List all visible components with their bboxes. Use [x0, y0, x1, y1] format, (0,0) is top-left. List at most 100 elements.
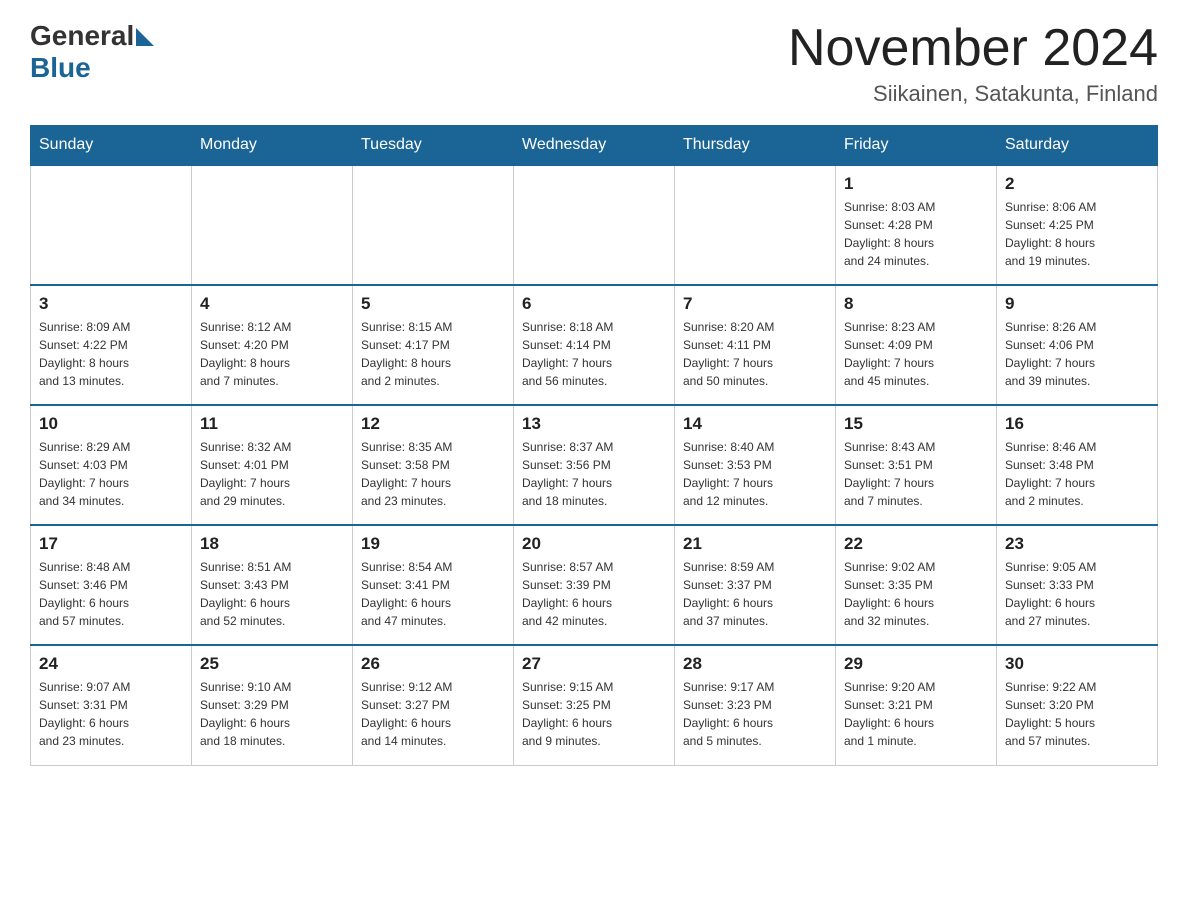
calendar-cell — [31, 165, 192, 285]
day-info: Sunrise: 9:02 AMSunset: 3:35 PMDaylight:… — [844, 558, 988, 630]
calendar-cell: 7 Sunrise: 8:20 AMSunset: 4:11 PMDaylight… — [675, 285, 836, 405]
day-info: Sunrise: 8:29 AMSunset: 4:03 PMDaylight:… — [39, 438, 183, 510]
calendar-cell: 12 Sunrise: 8:35 AMSunset: 3:58 PMDayligh… — [353, 405, 514, 525]
calendar-cell: 16 Sunrise: 8:46 AMSunset: 3:48 PMDayligh… — [997, 405, 1158, 525]
week-row-1: 1 Sunrise: 8:03 AMSunset: 4:28 PMDaylight… — [31, 165, 1158, 285]
calendar-cell: 25 Sunrise: 9:10 AMSunset: 3:29 PMDayligh… — [192, 645, 353, 765]
weekday-header-wednesday: Wednesday — [514, 126, 675, 166]
weekday-header-thursday: Thursday — [675, 126, 836, 166]
day-number: 4 — [200, 294, 344, 314]
day-number: 18 — [200, 534, 344, 554]
day-info: Sunrise: 8:43 AMSunset: 3:51 PMDaylight:… — [844, 438, 988, 510]
week-row-3: 10 Sunrise: 8:29 AMSunset: 4:03 PMDayligh… — [31, 405, 1158, 525]
calendar-cell: 19 Sunrise: 8:54 AMSunset: 3:41 PMDayligh… — [353, 525, 514, 645]
day-number: 3 — [39, 294, 183, 314]
calendar-cell: 1 Sunrise: 8:03 AMSunset: 4:28 PMDaylight… — [836, 165, 997, 285]
day-info: Sunrise: 8:40 AMSunset: 3:53 PMDaylight:… — [683, 438, 827, 510]
calendar-cell: 6Sunrise: 8:18 AMSunset: 4:14 PMDaylight… — [514, 285, 675, 405]
day-info: Sunrise: 8:23 AMSunset: 4:09 PMDaylight:… — [844, 318, 988, 390]
weekday-header-monday: Monday — [192, 126, 353, 166]
day-info: Sunrise: 8:03 AMSunset: 4:28 PMDaylight:… — [844, 198, 988, 270]
day-info: Sunrise: 9:10 AMSunset: 3:29 PMDaylight:… — [200, 678, 344, 750]
calendar-cell: 30 Sunrise: 9:22 AMSunset: 3:20 PMDayligh… — [997, 645, 1158, 765]
day-number: 5 — [361, 294, 505, 314]
day-number: 21 — [683, 534, 827, 554]
day-info: Sunrise: 8:15 AMSunset: 4:17 PMDaylight:… — [361, 318, 505, 390]
month-title: November 2024 — [788, 20, 1158, 77]
day-info: Sunrise: 9:20 AMSunset: 3:21 PMDaylight:… — [844, 678, 988, 750]
calendar-cell — [675, 165, 836, 285]
calendar-cell: 2Sunrise: 8:06 AMSunset: 4:25 PMDaylight… — [997, 165, 1158, 285]
day-number: 20 — [522, 534, 666, 554]
day-number: 30 — [1005, 654, 1149, 674]
calendar-cell: 14Sunrise: 8:40 AMSunset: 3:53 PMDayligh… — [675, 405, 836, 525]
weekday-header-row: SundayMondayTuesdayWednesdayThursdayFrid… — [31, 126, 1158, 166]
day-info: Sunrise: 8:46 AMSunset: 3:48 PMDaylight:… — [1005, 438, 1149, 510]
calendar-cell: 27 Sunrise: 9:15 AMSunset: 3:25 PMDayligh… — [514, 645, 675, 765]
day-number: 19 — [361, 534, 505, 554]
calendar-cell: 29 Sunrise: 9:20 AMSunset: 3:21 PMDayligh… — [836, 645, 997, 765]
day-number: 7 — [683, 294, 827, 314]
day-info: Sunrise: 8:51 AMSunset: 3:43 PMDaylight:… — [200, 558, 344, 630]
week-row-5: 24 Sunrise: 9:07 AMSunset: 3:31 PMDayligh… — [31, 645, 1158, 765]
day-number: 12 — [361, 414, 505, 434]
day-number: 15 — [844, 414, 988, 434]
calendar-cell: 28 Sunrise: 9:17 AMSunset: 3:23 PMDayligh… — [675, 645, 836, 765]
logo: General Blue — [30, 20, 154, 84]
calendar-cell: 21Sunrise: 8:59 AMSunset: 3:37 PMDayligh… — [675, 525, 836, 645]
day-info: Sunrise: 8:26 AMSunset: 4:06 PMDaylight:… — [1005, 318, 1149, 390]
day-number: 1 — [844, 174, 988, 194]
weekday-header-friday: Friday — [836, 126, 997, 166]
day-info: Sunrise: 9:05 AMSunset: 3:33 PMDaylight:… — [1005, 558, 1149, 630]
day-number: 28 — [683, 654, 827, 674]
title-section: November 2024 Siikainen, Satakunta, Finl… — [788, 20, 1158, 107]
calendar-cell: 11 Sunrise: 8:32 AMSunset: 4:01 PMDayligh… — [192, 405, 353, 525]
calendar-cell — [192, 165, 353, 285]
day-info: Sunrise: 8:18 AMSunset: 4:14 PMDaylight:… — [522, 318, 666, 390]
calendar-cell: 24 Sunrise: 9:07 AMSunset: 3:31 PMDayligh… — [31, 645, 192, 765]
day-info: Sunrise: 9:15 AMSunset: 3:25 PMDaylight:… — [522, 678, 666, 750]
calendar-cell: 3 Sunrise: 8:09 AMSunset: 4:22 PMDaylight… — [31, 285, 192, 405]
day-info: Sunrise: 9:22 AMSunset: 3:20 PMDaylight:… — [1005, 678, 1149, 750]
calendar-cell: 4Sunrise: 8:12 AMSunset: 4:20 PMDaylight… — [192, 285, 353, 405]
day-info: Sunrise: 8:32 AMSunset: 4:01 PMDaylight:… — [200, 438, 344, 510]
day-info: Sunrise: 8:54 AMSunset: 3:41 PMDaylight:… — [361, 558, 505, 630]
day-info: Sunrise: 8:48 AMSunset: 3:46 PMDaylight:… — [39, 558, 183, 630]
day-info: Sunrise: 8:20 AMSunset: 4:11 PMDaylight:… — [683, 318, 827, 390]
day-number: 11 — [200, 414, 344, 434]
weekday-header-tuesday: Tuesday — [353, 126, 514, 166]
day-info: Sunrise: 9:12 AMSunset: 3:27 PMDaylight:… — [361, 678, 505, 750]
calendar-cell: 15 Sunrise: 8:43 AMSunset: 3:51 PMDayligh… — [836, 405, 997, 525]
day-number: 8 — [844, 294, 988, 314]
logo-general-text: General — [30, 20, 134, 52]
calendar-cell: 18 Sunrise: 8:51 AMSunset: 3:43 PMDayligh… — [192, 525, 353, 645]
day-number: 10 — [39, 414, 183, 434]
calendar-cell: 8 Sunrise: 8:23 AMSunset: 4:09 PMDaylight… — [836, 285, 997, 405]
day-number: 17 — [39, 534, 183, 554]
day-info: Sunrise: 8:57 AMSunset: 3:39 PMDaylight:… — [522, 558, 666, 630]
day-number: 29 — [844, 654, 988, 674]
calendar-cell: 26 Sunrise: 9:12 AMSunset: 3:27 PMDayligh… — [353, 645, 514, 765]
calendar-cell — [353, 165, 514, 285]
calendar-cell — [514, 165, 675, 285]
weekday-header-saturday: Saturday — [997, 126, 1158, 166]
page-header: General Blue November 2024 Siikainen, Sa… — [30, 20, 1158, 107]
calendar-cell: 9Sunrise: 8:26 AMSunset: 4:06 PMDaylight… — [997, 285, 1158, 405]
day-number: 25 — [200, 654, 344, 674]
day-number: 24 — [39, 654, 183, 674]
calendar-table: SundayMondayTuesdayWednesdayThursdayFrid… — [30, 125, 1158, 766]
day-number: 27 — [522, 654, 666, 674]
calendar-cell: 22Sunrise: 9:02 AMSunset: 3:35 PMDayligh… — [836, 525, 997, 645]
day-info: Sunrise: 8:09 AMSunset: 4:22 PMDaylight:… — [39, 318, 183, 390]
day-info: Sunrise: 8:35 AMSunset: 3:58 PMDaylight:… — [361, 438, 505, 510]
day-info: Sunrise: 9:17 AMSunset: 3:23 PMDaylight:… — [683, 678, 827, 750]
day-info: Sunrise: 9:07 AMSunset: 3:31 PMDaylight:… — [39, 678, 183, 750]
calendar-cell: 20 Sunrise: 8:57 AMSunset: 3:39 PMDayligh… — [514, 525, 675, 645]
weekday-header-sunday: Sunday — [31, 126, 192, 166]
calendar-cell: 13Sunrise: 8:37 AMSunset: 3:56 PMDayligh… — [514, 405, 675, 525]
day-number: 16 — [1005, 414, 1149, 434]
calendar-cell: 5 Sunrise: 8:15 AMSunset: 4:17 PMDaylight… — [353, 285, 514, 405]
day-info: Sunrise: 8:37 AMSunset: 3:56 PMDaylight:… — [522, 438, 666, 510]
day-number: 26 — [361, 654, 505, 674]
location-title: Siikainen, Satakunta, Finland — [788, 81, 1158, 107]
